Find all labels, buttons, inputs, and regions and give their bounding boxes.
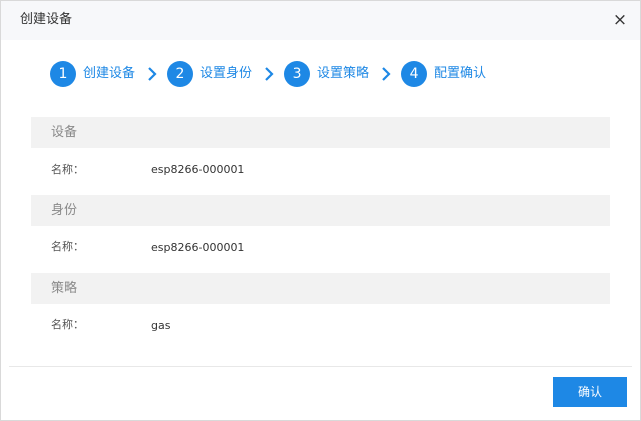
confirm-button[interactable]: 确认 [553, 377, 627, 407]
chevron-right-icon [379, 66, 393, 82]
create-device-dialog: 创建设备 × 1 创建设备 2 设置身份 3 设置策略 4 配置确认 设备 名称… [0, 0, 641, 421]
step-confirm-config: 4 配置确认 [401, 61, 486, 87]
chevron-right-icon [145, 66, 159, 82]
section-header-policy: 策略 [31, 273, 610, 304]
step-label: 创建设备 [83, 66, 136, 81]
footer-divider [9, 366, 632, 367]
step-number: 1 [50, 61, 76, 87]
step-number: 3 [284, 61, 311, 87]
section-title: 身份 [51, 203, 78, 218]
step-indicator: 1 创建设备 2 设置身份 3 设置策略 4 配置确认 [50, 61, 486, 87]
policy-name-value: gas [151, 319, 171, 332]
step-set-policy: 3 设置策略 [284, 61, 369, 87]
close-button[interactable]: × [610, 10, 630, 30]
section-title: 策略 [51, 281, 78, 296]
identity-name-label: 名称： [51, 240, 84, 253]
step-number: 2 [167, 61, 194, 87]
step-label: 配置确认 [434, 66, 487, 81]
step-set-identity: 2 设置身份 [167, 61, 252, 87]
section-title: 设备 [51, 125, 78, 140]
dialog-title: 创建设备 [20, 12, 73, 27]
close-icon: × [612, 10, 628, 30]
step-label: 设置策略 [317, 66, 370, 81]
dialog-header: 创建设备 × [1, 1, 640, 40]
step-create-device: 1 创建设备 [50, 61, 135, 87]
section-header-identity: 身份 [31, 195, 610, 226]
chevron-right-icon [262, 66, 276, 82]
policy-name-label: 名称： [51, 318, 84, 331]
section-header-device: 设备 [31, 117, 610, 148]
device-name-label: 名称： [51, 163, 84, 176]
step-label: 设置身份 [200, 66, 253, 81]
step-number: 4 [401, 61, 428, 87]
device-name-value: esp8266-000001 [151, 163, 245, 176]
identity-name-value: esp8266-000001 [151, 241, 245, 254]
